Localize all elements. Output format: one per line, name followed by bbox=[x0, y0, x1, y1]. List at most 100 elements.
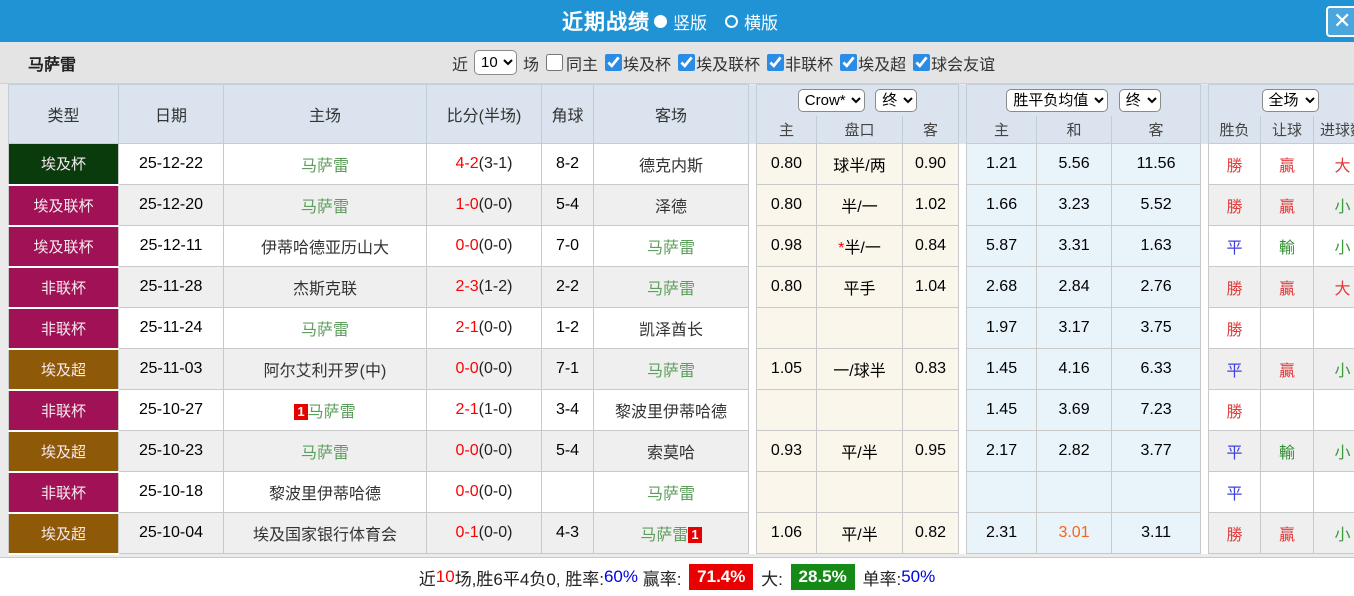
competition-type-badge: 埃及超 bbox=[8, 430, 119, 473]
avg-draw-cell bbox=[1036, 471, 1113, 513]
competition-checkbox-non-league-cup[interactable] bbox=[767, 54, 785, 71]
avg-draw-cell: 3.69 bbox=[1036, 389, 1113, 431]
home-team-cell[interactable]: 马萨雷 bbox=[223, 307, 427, 349]
team-name-text: 马萨雷 bbox=[300, 158, 349, 175]
home-team-cell[interactable]: 伊蒂哈德亚历山大 bbox=[223, 225, 427, 267]
handicap-text: 一/球半 bbox=[833, 363, 886, 380]
away-team-cell[interactable]: 索莫哈 bbox=[593, 430, 749, 472]
home-team-cell[interactable]: 埃及国家银行体育会 bbox=[223, 512, 427, 554]
group-spacer bbox=[958, 266, 967, 308]
odds-home-cell: 0.80 bbox=[756, 184, 817, 226]
home-team-cell[interactable]: 马萨雷 bbox=[223, 143, 427, 185]
home-team-cell[interactable]: 黎波里伊蒂哈德 bbox=[223, 471, 427, 513]
handicap-text: 半/一 bbox=[841, 199, 878, 216]
average-time-select[interactable]: 终 bbox=[1118, 88, 1161, 112]
handicap-text: 球半/两 bbox=[833, 158, 886, 175]
away-team-cell[interactable]: 马萨雷 bbox=[593, 225, 749, 267]
away-team-cell[interactable]: 德克内斯 bbox=[593, 143, 749, 185]
avg-draw-cell: 4.16 bbox=[1036, 348, 1113, 390]
odds-time-select[interactable]: 终 bbox=[875, 88, 918, 112]
results-table-wrap: 类型 日期 主场 比分(半场) 角球 客场 Crow* 终 胜平负均值 终 全场… bbox=[0, 84, 1354, 557]
avg-home-cell: 1.21 bbox=[966, 143, 1038, 185]
away-team-cell[interactable]: 黎波里伊蒂哈德 bbox=[593, 389, 749, 431]
games-label: 场 bbox=[523, 56, 540, 74]
goals-result-cell: 小 bbox=[1313, 430, 1354, 472]
competition-type-badge: 埃及联杯 bbox=[8, 225, 119, 268]
away-team-cell[interactable]: 马萨雷 bbox=[593, 266, 749, 308]
competition-label: 埃及杯 bbox=[623, 56, 672, 74]
win-rate-value: 60% bbox=[603, 567, 638, 586]
group-spacer bbox=[748, 307, 757, 349]
home-team-cell[interactable]: 1 马萨雷 bbox=[223, 389, 427, 431]
fulltime-score: 0-0 bbox=[455, 360, 479, 377]
winlose-result-cell: 勝 bbox=[1208, 307, 1262, 349]
date-cell: 25-11-03 bbox=[118, 348, 224, 390]
avg-draw-cell: 2.84 bbox=[1036, 266, 1113, 308]
avg-home-cell: 1.66 bbox=[966, 184, 1038, 226]
group-spacer bbox=[1200, 84, 1209, 144]
handicap-result-cell: 贏 bbox=[1260, 348, 1315, 390]
team-name-text: 马萨雷 bbox=[640, 527, 689, 544]
subcol-winlose: 胜负 bbox=[1208, 115, 1262, 144]
corner-cell: 8-2 bbox=[541, 143, 594, 185]
odds-away-cell bbox=[901, 471, 960, 513]
competition-checkbox-egypt-league-cup[interactable] bbox=[678, 54, 696, 71]
horizontal-layout-label[interactable]: 横版 bbox=[744, 9, 778, 34]
team-name-text: 埃及国家银行体育会 bbox=[252, 527, 397, 544]
handicap-cell: 一/球半 bbox=[816, 348, 903, 390]
scope-select[interactable]: 全场 bbox=[1261, 88, 1319, 112]
handicap-result-cell bbox=[1260, 471, 1315, 513]
close-button[interactable]: ✕ bbox=[1326, 6, 1354, 37]
competition-checkbox-egypt-premier[interactable] bbox=[840, 54, 858, 71]
odds-away-cell: 0.90 bbox=[901, 143, 960, 185]
team-name: 马萨雷 bbox=[28, 56, 77, 74]
odds-company-select[interactable]: Crow* bbox=[797, 88, 865, 112]
team-name-text: 黎波里伊蒂哈德 bbox=[268, 486, 381, 503]
score-cell: 2-1(1-0) bbox=[426, 389, 542, 431]
competition-label: 埃及联杯 bbox=[696, 56, 761, 74]
away-team-cell[interactable]: 马萨雷 bbox=[593, 348, 749, 390]
team-name-text: 马萨雷 bbox=[300, 322, 349, 339]
date-cell: 25-12-22 bbox=[118, 143, 224, 185]
team-name-text: 马萨雷 bbox=[300, 199, 349, 216]
team-name-text: 凯泽酋长 bbox=[638, 322, 703, 339]
away-team-cell[interactable]: 泽德 bbox=[593, 184, 749, 226]
fulltime-score: 4-2 bbox=[455, 155, 479, 172]
handicap-cell: 球半/两 bbox=[816, 143, 903, 185]
avg-draw-cell: 3.31 bbox=[1036, 225, 1113, 267]
away-team-cell[interactable]: 马萨雷 1 bbox=[593, 512, 749, 554]
fulltime-score: 0-0 bbox=[455, 442, 479, 459]
away-team-cell[interactable]: 马萨雷 bbox=[593, 471, 749, 513]
same-venue-checkbox[interactable] bbox=[546, 54, 564, 71]
fulltime-score: 0-1 bbox=[455, 524, 479, 541]
home-team-cell[interactable]: 马萨雷 bbox=[223, 184, 427, 226]
filter-controls: 近 10 场 同主 埃及杯 埃及联杯 非联杯 埃及超 球会友谊 bbox=[452, 50, 995, 75]
odds-home-cell bbox=[756, 307, 817, 349]
vertical-layout-radio[interactable] bbox=[654, 14, 667, 28]
avg-home-cell: 1.45 bbox=[966, 348, 1038, 390]
handicap-cell bbox=[816, 389, 903, 431]
odds-home-cell: 1.05 bbox=[756, 348, 817, 390]
subcol-odds-home: 主 bbox=[756, 115, 817, 144]
winlose-result-cell: 勝 bbox=[1208, 512, 1262, 554]
corner-cell: 4-3 bbox=[541, 512, 594, 554]
subcol-handicap: 盘口 bbox=[816, 115, 903, 144]
odds-away-cell: 0.84 bbox=[901, 225, 960, 267]
rank-badge: 1 bbox=[294, 404, 308, 420]
horizontal-layout-radio[interactable] bbox=[725, 14, 738, 28]
date-cell: 25-12-20 bbox=[118, 184, 224, 226]
single-rate-value: 50% bbox=[901, 567, 936, 586]
home-team-cell[interactable]: 阿尔艾利开罗(中) bbox=[223, 348, 427, 390]
table-row: 非联杯 25-11-24 马萨雷 2-1(0-0) 1-2 凯泽酋长 1.97 3.17 3.7… bbox=[8, 307, 1354, 350]
goals-result-cell: 小 bbox=[1313, 348, 1354, 390]
average-type-select[interactable]: 胜平负均值 bbox=[1006, 88, 1109, 112]
competition-checkbox-club-friendly[interactable] bbox=[913, 54, 931, 71]
match-count-select[interactable]: 10 bbox=[474, 50, 518, 75]
vertical-layout-label[interactable]: 竖版 bbox=[673, 9, 707, 34]
competition-checkbox-egypt-cup[interactable] bbox=[605, 54, 623, 71]
goals-result-cell: 小 bbox=[1313, 225, 1354, 267]
home-team-cell[interactable]: 马萨雷 bbox=[223, 430, 427, 472]
home-team-cell[interactable]: 杰斯克联 bbox=[223, 266, 427, 308]
competition-type-badge: 埃及超 bbox=[8, 512, 119, 555]
away-team-cell[interactable]: 凯泽酋长 bbox=[593, 307, 749, 349]
